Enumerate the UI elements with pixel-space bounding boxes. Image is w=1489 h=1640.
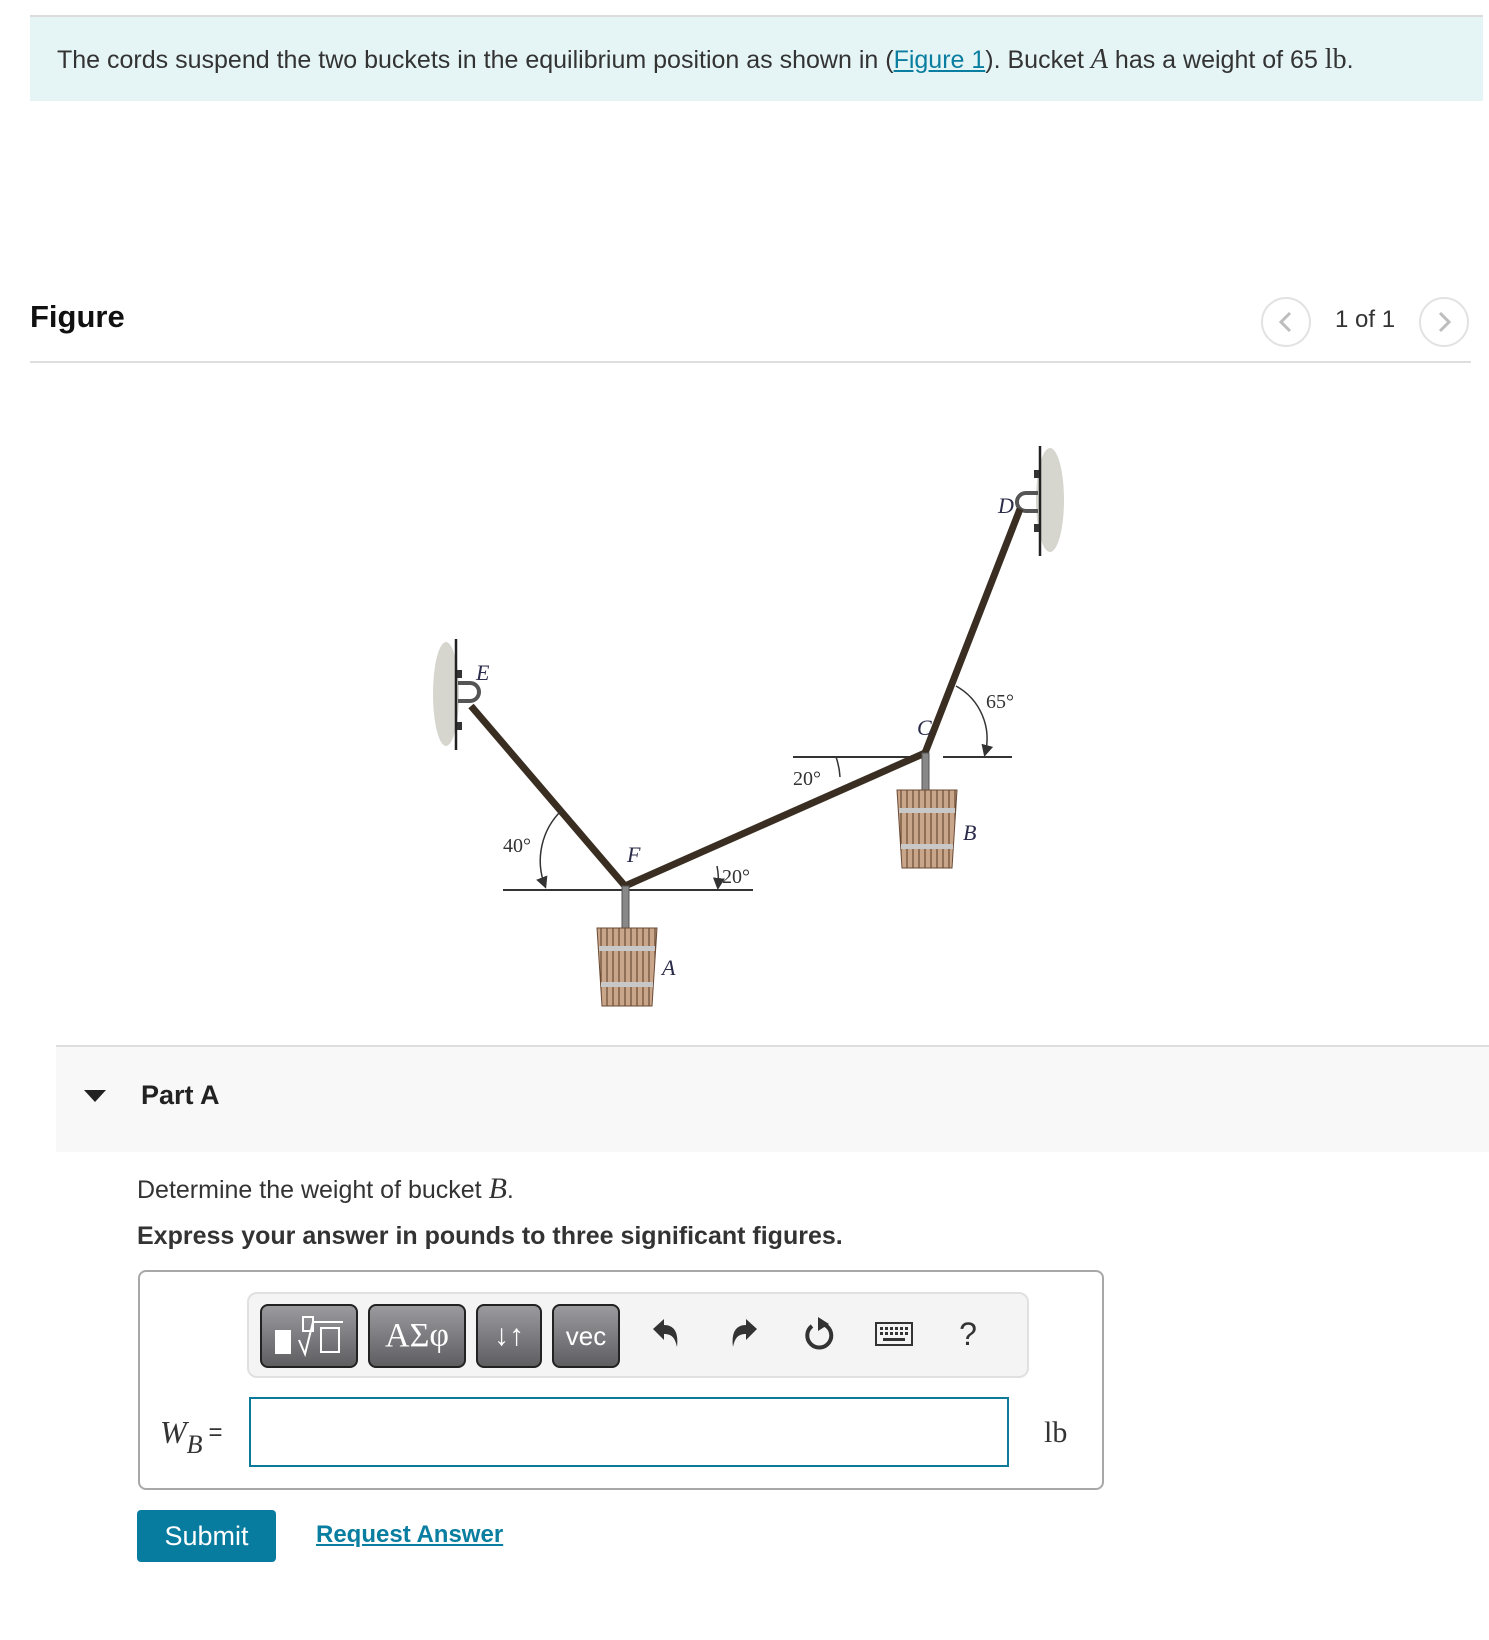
cord-fc <box>623 749 927 890</box>
label-b: B <box>963 820 976 845</box>
angle-arc-20-c <box>835 756 841 778</box>
part-a-header[interactable]: Part A <box>56 1045 1489 1152</box>
request-answer-link[interactable]: Request Answer <box>316 1521 503 1549</box>
var-b: B <box>488 1172 507 1205</box>
reset-button[interactable] <box>798 1312 842 1356</box>
figure-diagram: E D C F A B 40° 20° 20° 65° <box>433 446 1064 1007</box>
question-prefix: Determine the weight of bucket <box>137 1176 489 1204</box>
angle-arc-20-f <box>712 865 725 890</box>
undo-icon <box>653 1319 678 1347</box>
label-c: C <box>917 715 932 740</box>
label-f: F <box>626 842 641 867</box>
redo-button[interactable] <box>722 1312 766 1356</box>
question-suffix: . <box>506 1176 514 1204</box>
answer-input[interactable] <box>249 1397 1009 1467</box>
angle-label-20-f: 20° <box>722 866 750 888</box>
angle-arc-40 <box>536 809 563 889</box>
cord-ef <box>468 703 628 889</box>
label-a: A <box>660 955 676 980</box>
answer-label-equals: = <box>208 1419 223 1446</box>
templates-button[interactable] <box>260 1304 358 1368</box>
bucket-b <box>896 752 958 869</box>
keyboard-button[interactable] <box>872 1312 916 1356</box>
instruction-text: Express your answer in pounds to three s… <box>137 1222 843 1250</box>
cord-cd <box>921 507 1024 755</box>
submit-button[interactable]: Submit <box>137 1510 276 1562</box>
angle-label-65: 65° <box>986 691 1014 713</box>
redo-icon <box>732 1319 757 1347</box>
angle-arc-65 <box>955 685 994 757</box>
greek-symbols-button[interactable]: ΑΣφ <box>368 1304 466 1368</box>
angle-label-40: 40° <box>503 835 531 857</box>
wall-support-d <box>1015 446 1064 556</box>
label-d: D <box>997 493 1014 518</box>
vec-button[interactable]: vec <box>552 1304 620 1368</box>
question-text: Determine the weight of bucket B. <box>137 1172 514 1206</box>
undo-button[interactable] <box>644 1312 688 1356</box>
wall-support-e <box>433 639 481 750</box>
answer-label: WB = <box>160 1414 223 1459</box>
collapse-triangle-icon[interactable] <box>84 1090 106 1102</box>
fraction-root-template-icon <box>275 1316 343 1358</box>
reset-icon <box>805 1317 834 1350</box>
bucket-a <box>596 885 658 1007</box>
help-button[interactable]: ? <box>946 1312 990 1356</box>
part-a-title: Part A <box>141 1080 220 1110</box>
answer-label-subscript: B <box>186 1430 203 1459</box>
angle-label-20-c: 20° <box>793 768 821 790</box>
arrows-button[interactable]: ↓↑ <box>476 1304 542 1368</box>
keyboard-icon <box>875 1322 913 1346</box>
label-e: E <box>475 660 490 685</box>
answer-label-var: W <box>160 1414 187 1450</box>
answer-unit: lb <box>1044 1416 1068 1449</box>
